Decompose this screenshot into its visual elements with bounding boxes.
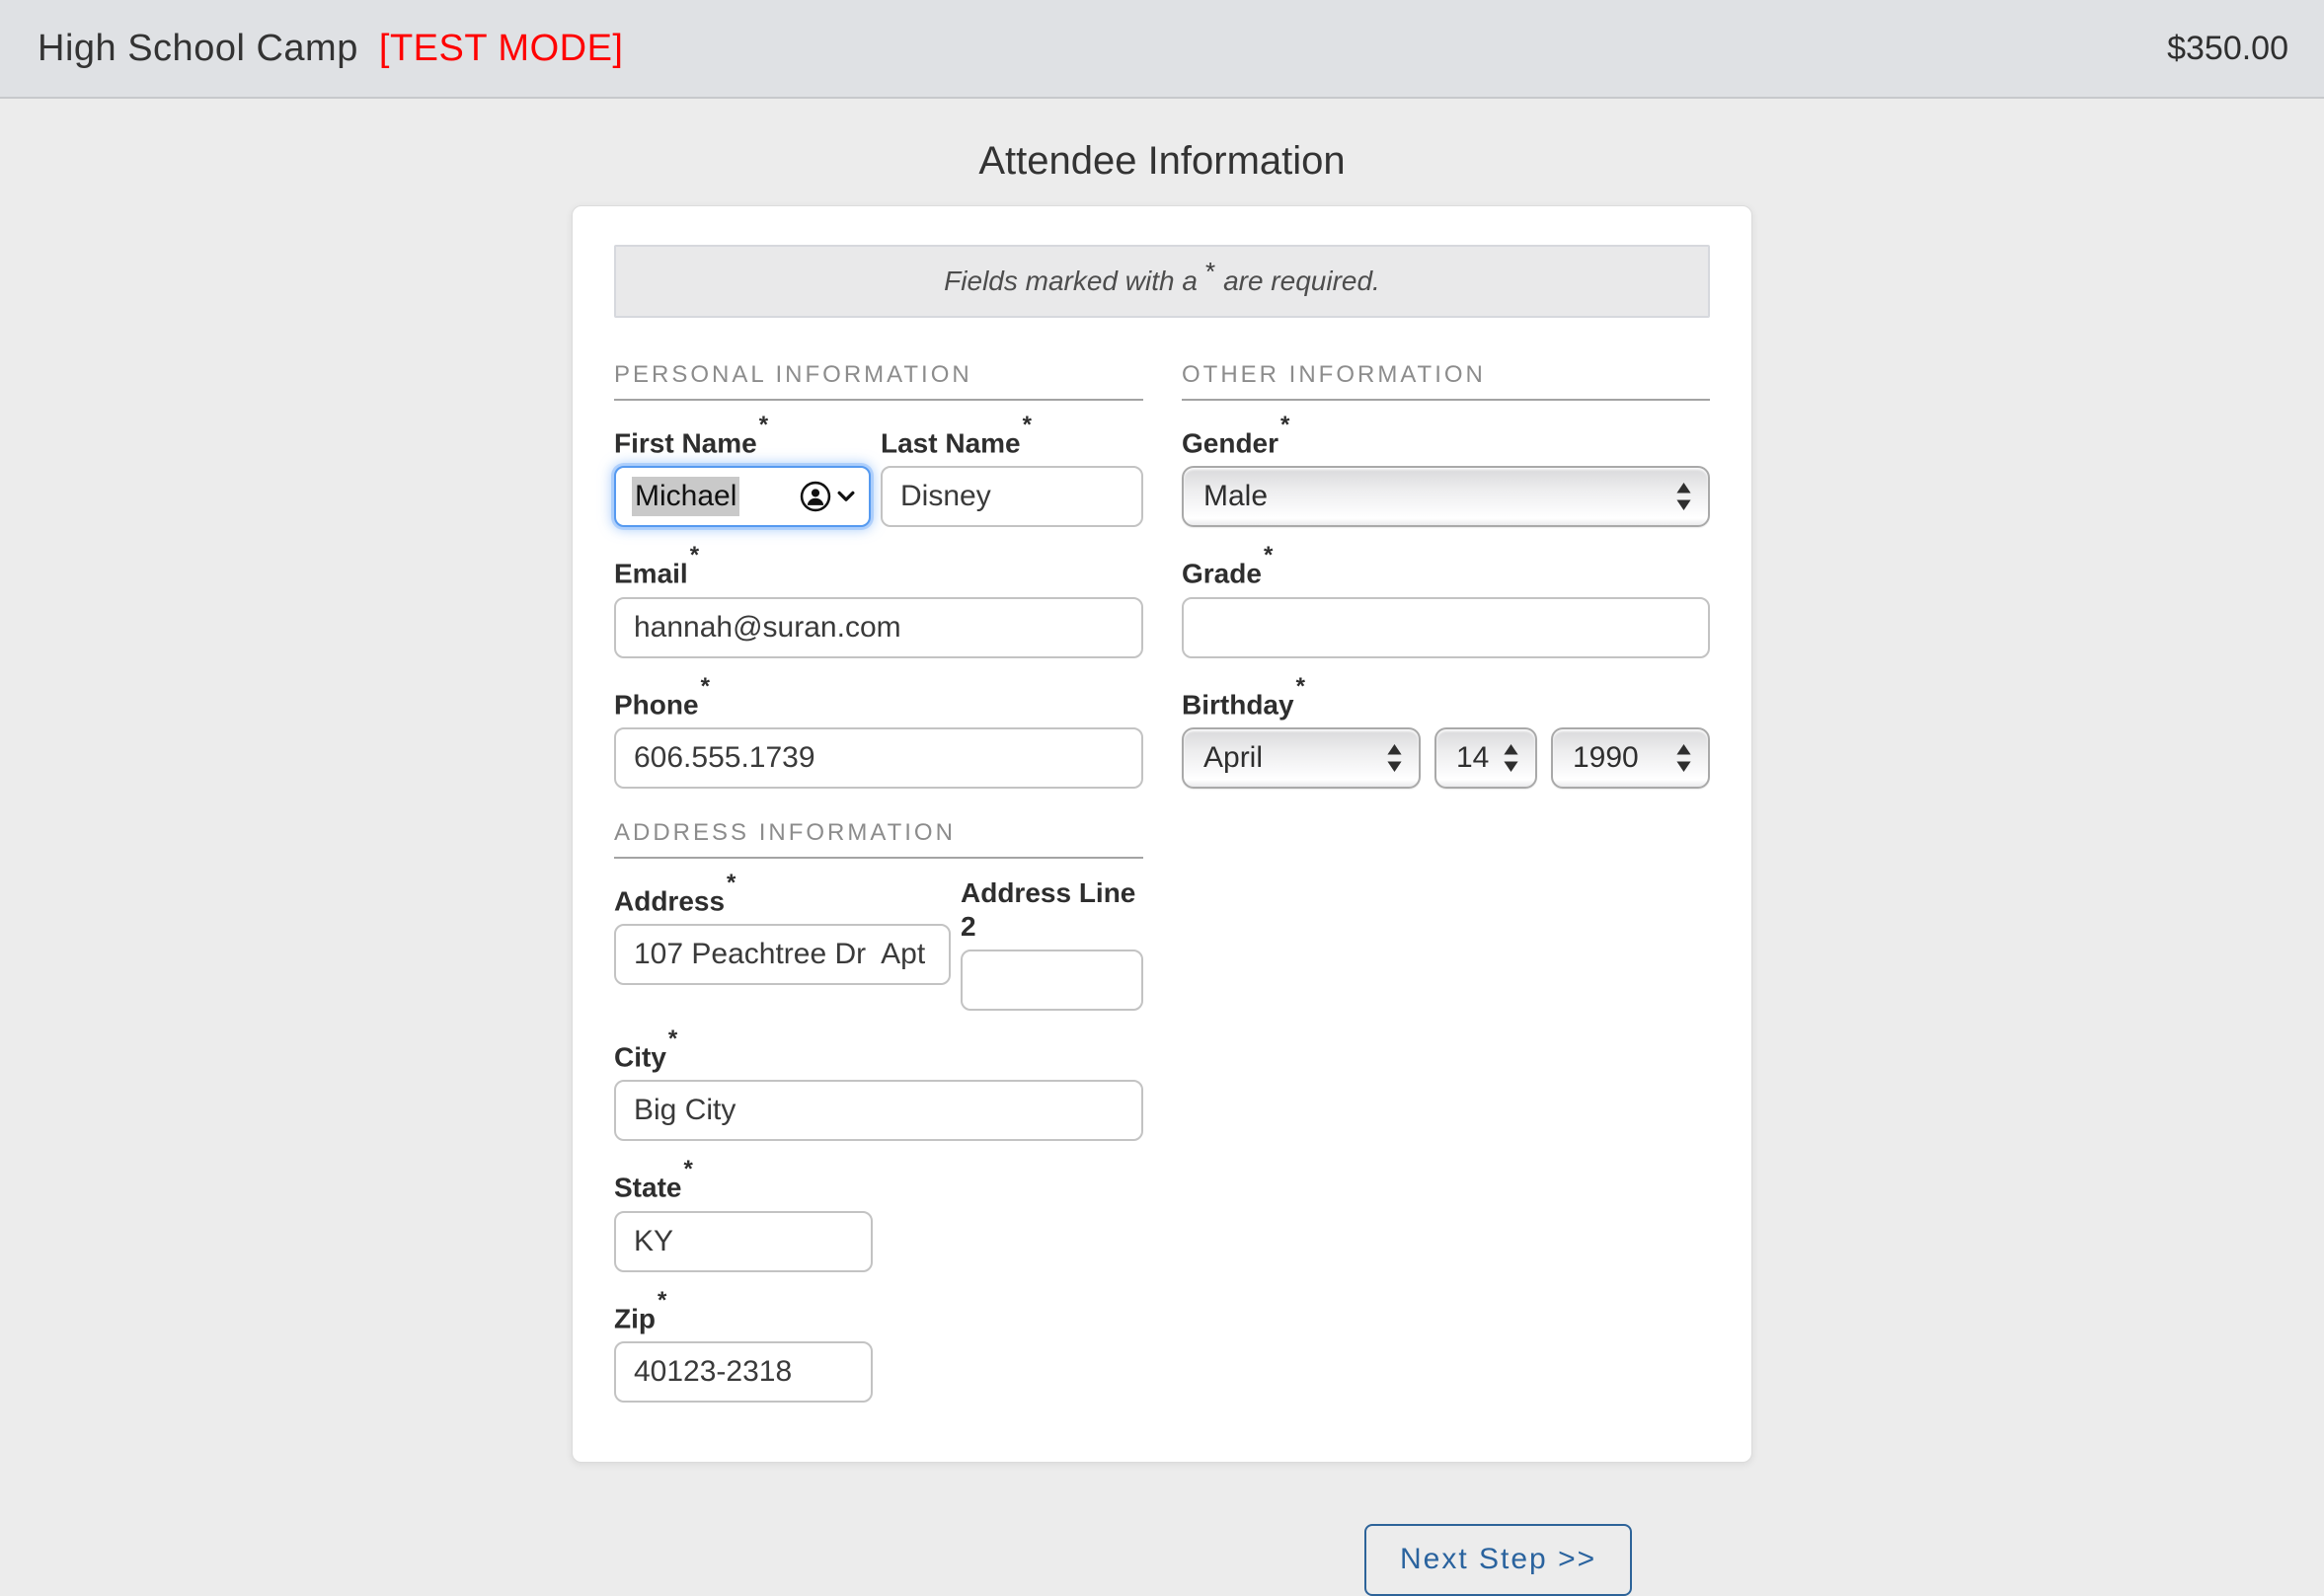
- required-asterisk: *: [658, 1287, 666, 1314]
- birthday-month-value: April: [1203, 741, 1263, 775]
- event-title-text: High School Camp: [38, 28, 358, 69]
- birthday-year-select[interactable]: 1990: [1551, 727, 1710, 789]
- address-line2-input[interactable]: [961, 950, 1143, 1011]
- gender-label: Gender*: [1182, 418, 1710, 460]
- required-asterisk: *: [727, 870, 736, 896]
- birthday-label: Birthday*: [1182, 680, 1710, 722]
- required-fields-notice: Fields marked with a * are required.: [614, 245, 1710, 318]
- email-label: Email*: [614, 549, 1143, 590]
- email-input[interactable]: [614, 597, 1143, 658]
- next-step-button[interactable]: Next Step >>: [1364, 1524, 1632, 1596]
- up-down-triangles-icon: [1386, 742, 1403, 774]
- event-title: High School Camp [TEST MODE]: [38, 28, 624, 70]
- autofill-suggestion-button[interactable]: [798, 479, 857, 514]
- up-down-triangles-icon: [1675, 742, 1692, 774]
- required-asterisk: *: [1264, 542, 1273, 569]
- notice-suffix: are required.: [1223, 266, 1380, 297]
- notice-prefix: Fields marked with a: [944, 266, 1198, 297]
- section-address-information: ADDRESS INFORMATION: [614, 819, 1143, 859]
- attendee-form-card: Fields marked with a * are required. PER…: [572, 205, 1752, 1463]
- birthday-year-value: 1990: [1573, 741, 1639, 775]
- zip-input[interactable]: [614, 1341, 873, 1403]
- required-asterisk: *: [1280, 412, 1289, 438]
- address-label: Address*: [614, 876, 951, 918]
- phone-label: Phone*: [614, 680, 1143, 722]
- birthday-day-value: 14: [1456, 741, 1489, 775]
- required-asterisk: *: [1023, 412, 1032, 438]
- page-title: Attendee Information: [0, 139, 2324, 184]
- first-name-input[interactable]: Michael: [614, 466, 871, 527]
- section-personal-information: PERSONAL INFORMATION: [614, 361, 1143, 401]
- up-down-triangles-icon: [1503, 742, 1519, 774]
- section-other-information: OTHER INFORMATION: [1182, 361, 1710, 401]
- person-circle-icon: [798, 479, 833, 514]
- required-asterisk: *: [690, 542, 699, 569]
- required-asterisk: *: [759, 412, 768, 438]
- state-input[interactable]: [614, 1211, 873, 1272]
- last-name-label: Last Name*: [881, 418, 1143, 460]
- state-label: State*: [614, 1163, 1143, 1204]
- event-price: $350.00: [2167, 30, 2288, 68]
- chevron-down-icon: [835, 479, 857, 514]
- test-mode-badge: [TEST MODE]: [379, 28, 624, 69]
- up-down-triangles-icon: [1675, 481, 1692, 512]
- required-asterisk: *: [701, 673, 710, 700]
- zip-label: Zip*: [614, 1294, 1143, 1335]
- top-header-bar: High School Camp [TEST MODE] $350.00: [0, 0, 2324, 99]
- phone-input[interactable]: [614, 727, 1143, 789]
- notice-asterisk: *: [1205, 257, 1215, 287]
- birthday-day-select[interactable]: 14: [1434, 727, 1537, 789]
- required-asterisk: *: [1296, 673, 1305, 700]
- city-label: City*: [614, 1032, 1143, 1074]
- form-actions: Next Step >>: [572, 1463, 1752, 1596]
- required-asterisk: *: [668, 1026, 677, 1052]
- last-name-input[interactable]: [881, 466, 1143, 527]
- first-name-label: First Name*: [614, 418, 871, 460]
- grade-label: Grade*: [1182, 549, 1710, 590]
- first-name-value-selected: Michael: [632, 477, 739, 516]
- gender-selected-value: Male: [1203, 480, 1268, 513]
- grade-input[interactable]: [1182, 597, 1710, 658]
- city-input[interactable]: [614, 1080, 1143, 1141]
- address-input[interactable]: [614, 924, 951, 985]
- required-asterisk: *: [683, 1156, 692, 1182]
- address-line2-label: Address Line 2: [961, 876, 1143, 944]
- birthday-month-select[interactable]: April: [1182, 727, 1421, 789]
- gender-select[interactable]: Male: [1182, 466, 1710, 527]
